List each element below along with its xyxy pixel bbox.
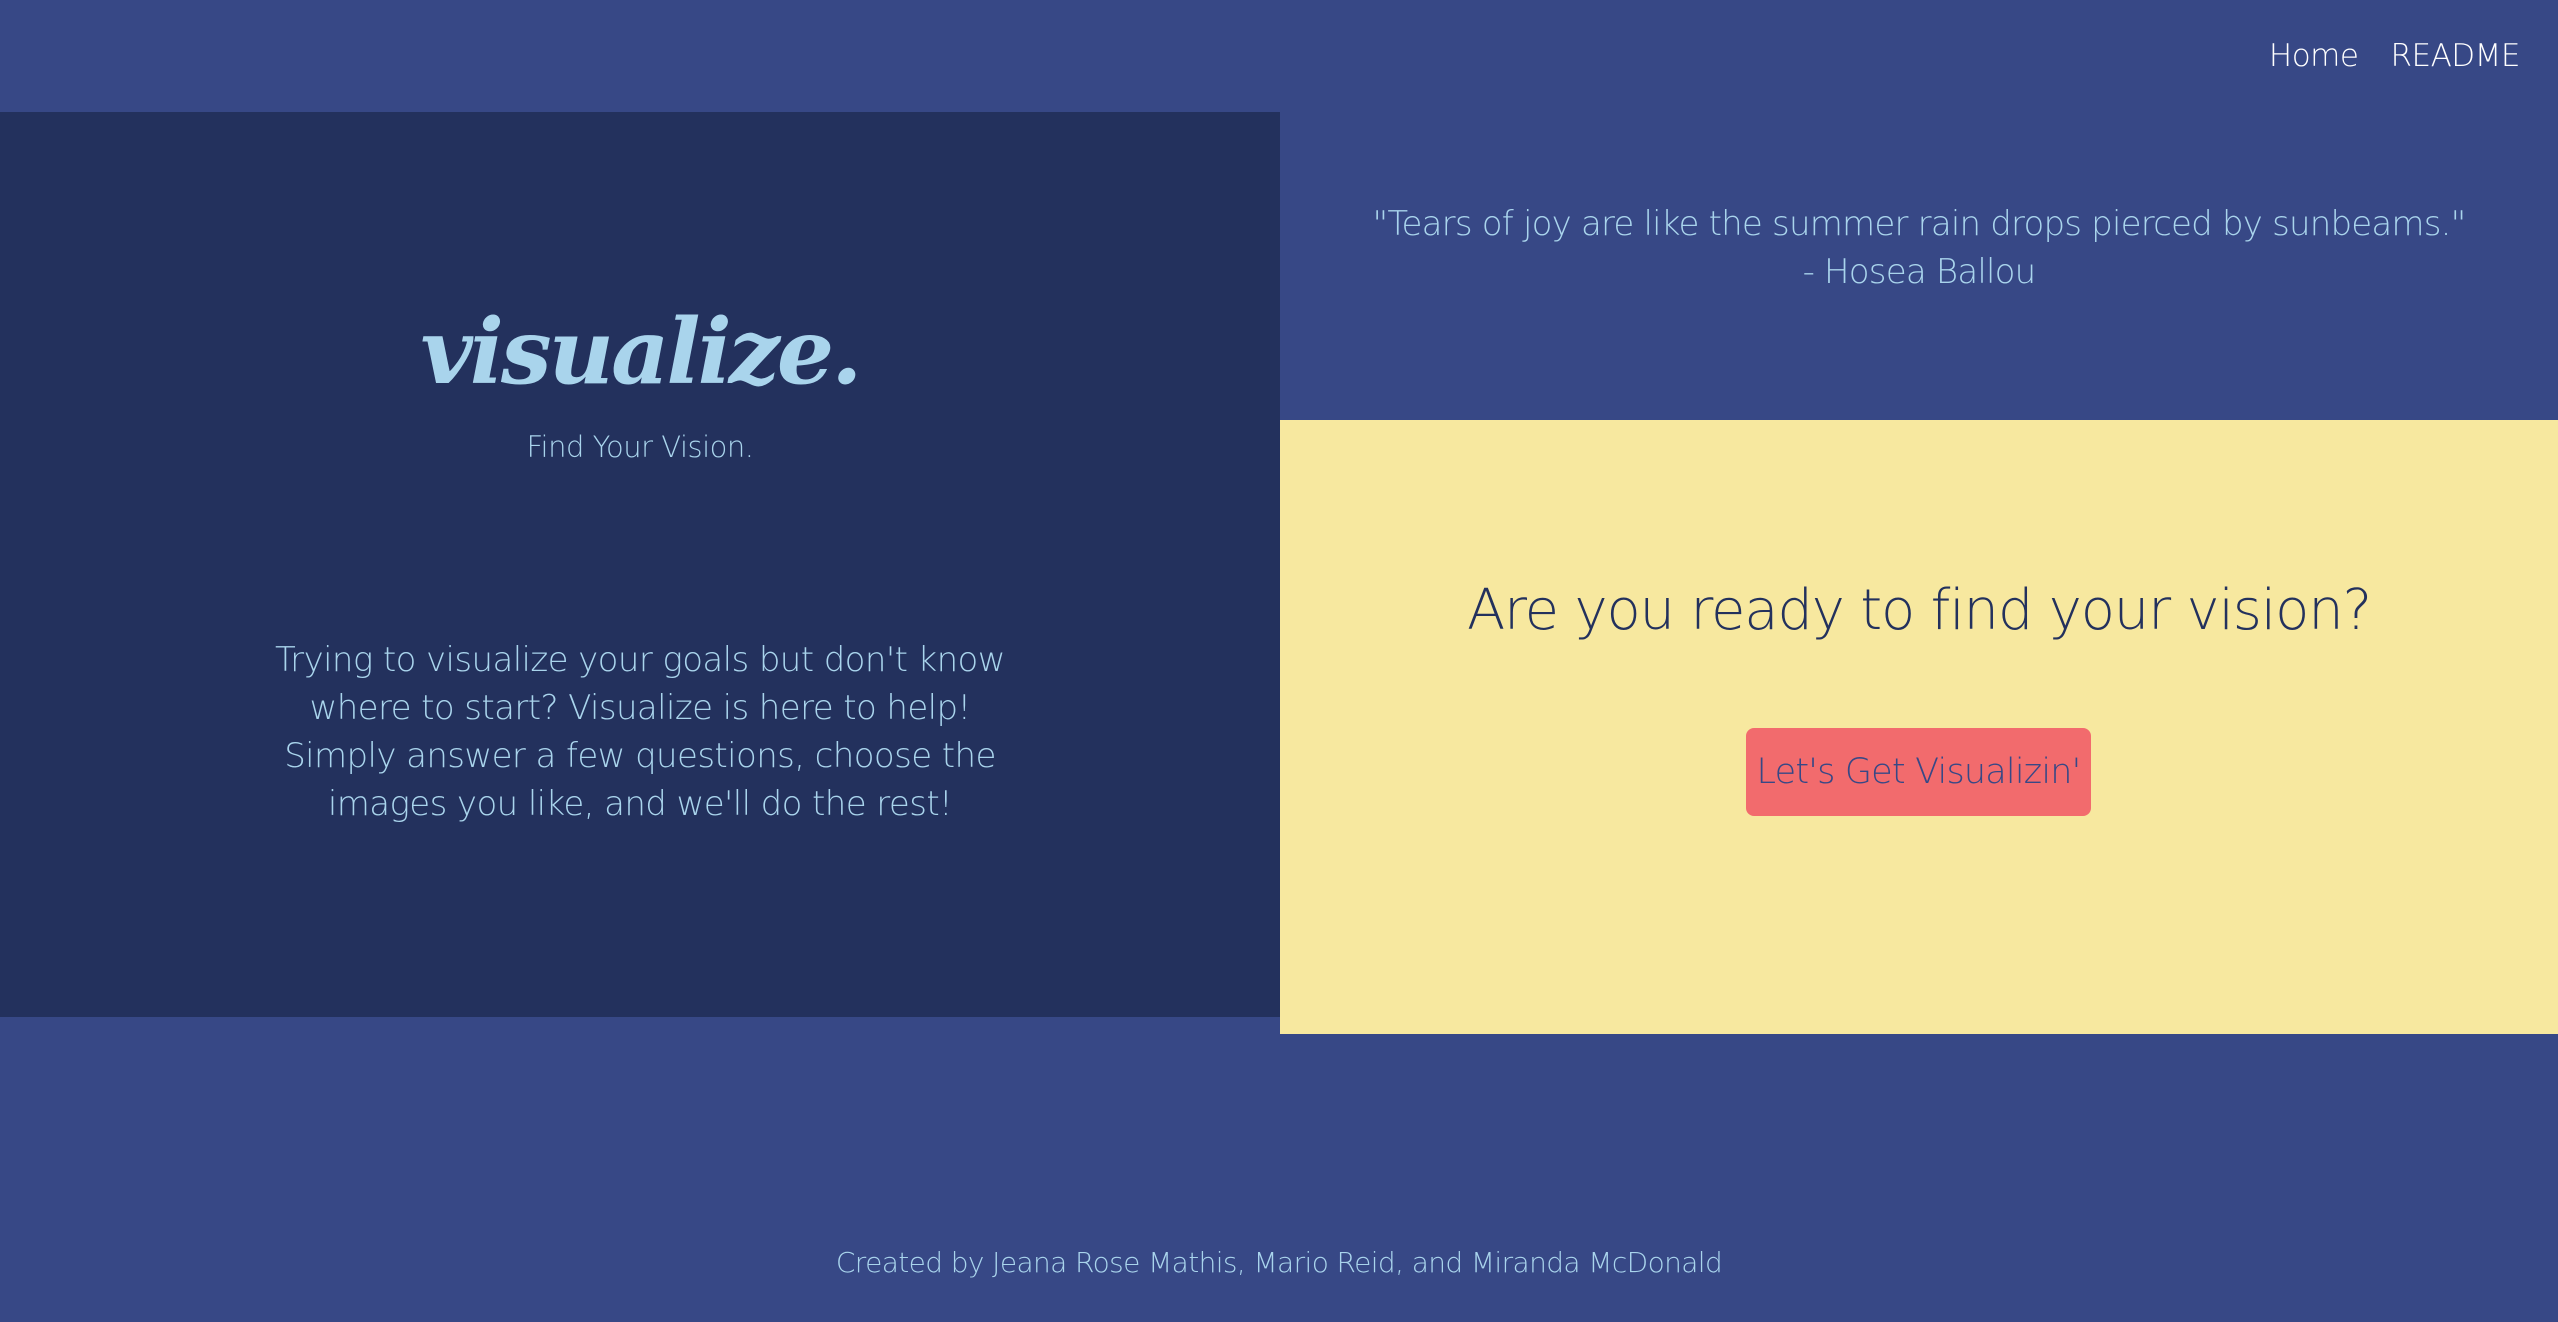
get-visualizin-button[interactable]: Let's Get Visualizin' [1746,728,2091,816]
quote-text: "Tears of joy are like the summer rain d… [1372,204,2467,244]
top-nav: Home README [2269,0,2558,112]
footer-credits: Created by Jeana Rose Mathis, Mario Reid… [835,1246,1723,1279]
hero-panel: visualize. Find Your Vision. Trying to v… [0,112,1280,1017]
quote-author: - Hosea Ballou [1802,252,2037,292]
brand-logo: visualize. [420,299,863,405]
tagline: Find Your Vision. [526,430,754,464]
cta-heading: Are you ready to find your vision? [1466,578,2372,643]
cta-panel: Are you ready to find your vision? Let's… [1280,420,2558,1034]
nav-home-link[interactable]: Home [2269,38,2359,74]
nav-readme-link[interactable]: README [2390,38,2520,74]
intro-text: Trying to visualize your goals but don't… [275,640,1006,824]
quote-block: "Tears of joy are like the summer rain d… [1280,200,2558,296]
